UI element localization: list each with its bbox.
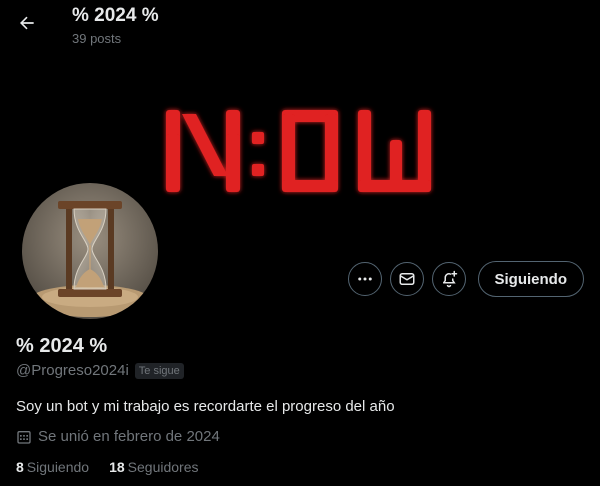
handle-row: @Progreso2024i Te sigue [16, 362, 184, 379]
joined-text: Se unió en febrero de 2024 [38, 428, 220, 445]
followers-count: 18 [109, 459, 125, 475]
more-icon [357, 277, 372, 281]
profile-stats: 8 Siguiendo 18 Seguidores [16, 459, 198, 475]
hourglass-icon [22, 183, 158, 319]
following-count: 8 [16, 459, 24, 475]
header-title: % 2024 % [72, 5, 159, 26]
message-button[interactable] [389, 262, 424, 296]
profile-bio: Soy un bot y mi trabajo es recordarte el… [16, 398, 395, 415]
user-handle: @Progreso2024i [16, 362, 129, 379]
arrow-left-icon [20, 16, 34, 30]
bell-plus-icon [442, 270, 457, 288]
following-button[interactable]: Siguiendo [477, 261, 584, 297]
following-label: Siguiendo [26, 459, 90, 475]
profile-actions: Siguiendo [347, 261, 584, 297]
notifications-button[interactable] [431, 262, 466, 296]
followers-label: Seguidores [127, 459, 199, 475]
banner-digital-text [166, 110, 431, 192]
followers-link[interactable]: 18 Seguidores [109, 459, 198, 475]
avatar[interactable] [19, 180, 161, 322]
following-link[interactable]: 8 Siguiendo [16, 459, 89, 475]
more-button[interactable] [347, 262, 382, 296]
back-button[interactable] [10, 6, 44, 40]
profile-name: % 2024 % [16, 335, 108, 357]
follows-you-badge: Te sigue [134, 362, 184, 379]
joined-date: Se unió en febrero de 2024 [16, 428, 220, 445]
calendar-icon [17, 430, 31, 444]
mail-icon [399, 273, 414, 285]
post-count: 39 posts [72, 31, 122, 46]
profile-header: % 2024 % 39 posts [0, 0, 600, 50]
